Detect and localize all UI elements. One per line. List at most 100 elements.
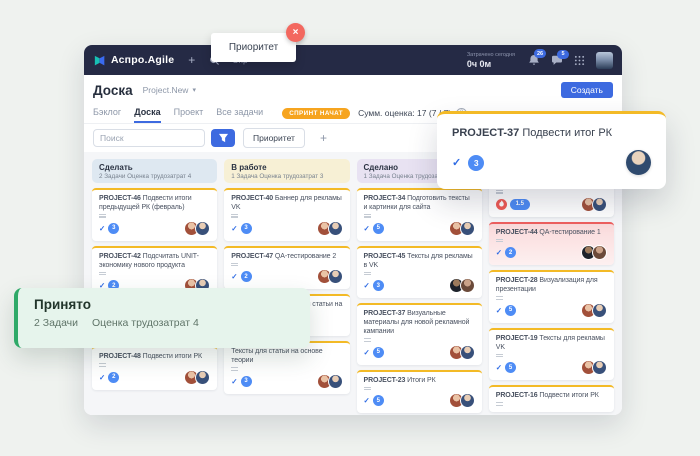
assignee-avatars[interactable] [317, 374, 343, 389]
estimate-badge: 3 [468, 155, 484, 171]
priority-filter-chip[interactable]: Приоритет [243, 128, 305, 148]
close-icon[interactable]: × [286, 23, 305, 42]
tab-all-tasks[interactable]: Все задачи [216, 103, 263, 123]
assignee-avatars[interactable] [184, 370, 210, 385]
description-icon [99, 363, 210, 367]
task-card[interactable]: PROJECT-40 Баннер для рекламы VK ✓3 [224, 188, 349, 241]
description-icon [496, 190, 607, 194]
assignee-avatars[interactable] [317, 269, 343, 284]
page-background: Аспро.Agile + Спр Затрачено сегодня 0ч 0… [0, 0, 700, 456]
assignee-avatar[interactable] [626, 150, 651, 175]
column-title: В работе [231, 163, 342, 172]
tab-board[interactable]: Доска [134, 103, 160, 123]
check-icon: ✓ [99, 224, 105, 233]
assignee-avatars[interactable] [317, 221, 343, 236]
estimate-badge: 3 [108, 223, 119, 234]
estimate-badge: 5 [505, 305, 516, 316]
messages-button[interactable]: 5 [551, 55, 563, 66]
check-icon: ✓ [364, 396, 370, 405]
task-id: PROJECT-23 [364, 377, 406, 384]
tab-project[interactable]: Проект [174, 103, 204, 123]
messages-badge: 5 [557, 50, 569, 59]
estimate-badge: 5 [373, 347, 384, 358]
task-id: PROJECT-46 [99, 195, 141, 202]
add-filter-button[interactable]: + [314, 130, 333, 146]
check-icon: ✓ [452, 156, 461, 169]
check-icon: ✓ [231, 272, 237, 281]
task-id: PROJECT-28 [496, 277, 538, 284]
filter-button[interactable] [211, 129, 235, 147]
estimate-badge: 1.5 [510, 199, 530, 210]
description-icon [364, 387, 475, 391]
task-popup[interactable]: PROJECT-37 Подвести итог РК ✓ 3 [437, 111, 666, 189]
time-tracker-value: 0ч 0м [467, 59, 515, 69]
task-id: PROJECT-37 [364, 310, 406, 317]
notifications-button[interactable]: 26 [528, 54, 540, 66]
task-card[interactable]: PROJECT-37 Визуальные материалы для ново… [357, 303, 482, 365]
task-id: PROJECT-44 [496, 229, 538, 236]
create-button[interactable]: Создать [561, 82, 613, 98]
page-title: Доска [93, 83, 133, 98]
assignee-avatars[interactable] [449, 278, 475, 293]
task-id: PROJECT-40 [231, 195, 273, 202]
task-card[interactable]: PROJECT-47 QA-тестирование 2 ✓2 [224, 246, 349, 290]
description-icon [496, 402, 607, 406]
project-selector[interactable]: Project.New [143, 85, 189, 95]
column-in-progress: В работе 1 Задача Оценка трудозатрат 3 P… [224, 159, 349, 408]
apps-grid-button[interactable] [574, 55, 585, 66]
add-icon[interactable]: + [188, 54, 195, 66]
board-header: Доска Project.New ▾ Создать [84, 75, 622, 103]
assignee-avatars[interactable] [449, 345, 475, 360]
task-title: Тексты для статьи на основе теории [231, 348, 322, 364]
accepted-column-overlay: Принято 2 Задачи Оценка трудозатрат 4 [14, 288, 310, 348]
estimate-badge: 2 [241, 271, 252, 282]
task-card[interactable]: Тексты для статьи на основе теории ✓3 [224, 341, 349, 394]
task-id: PROJECT-16 [496, 392, 538, 399]
check-icon: ✓ [231, 377, 237, 386]
logo-icon [93, 54, 106, 67]
accepted-title: Принято [34, 297, 294, 312]
funnel-icon [218, 133, 229, 143]
assignee-avatars[interactable] [581, 360, 607, 375]
description-icon [231, 367, 342, 371]
description-icon [231, 263, 342, 267]
task-card[interactable]: PROJECT-28 Визуализация для презентации … [489, 270, 614, 323]
task-card[interactable]: PROJECT-48 Подвести итоги РК ✓2 [92, 346, 217, 390]
task-id: PROJECT-48 [99, 353, 141, 360]
estimate-badge: 5 [373, 395, 384, 406]
search-input[interactable] [93, 129, 205, 147]
tab-backlog[interactable]: Бэклог [93, 103, 121, 123]
assignee-avatars[interactable] [581, 197, 607, 212]
description-icon [496, 354, 607, 358]
task-card[interactable]: PROJECT-19 Тексты для рекламы VK ✓5 [489, 328, 614, 381]
assignee-avatars[interactable] [581, 245, 607, 260]
task-id: PROJECT-45 [364, 253, 406, 260]
estimate-badge: 2 [505, 247, 516, 258]
task-card[interactable]: PROJECT-46 Подвести итоги предыдущей РК … [92, 188, 217, 241]
description-icon [99, 272, 210, 276]
grid-icon [574, 55, 585, 66]
user-avatar[interactable] [596, 52, 613, 69]
notifications-badge: 26 [534, 49, 546, 58]
estimate-badge: 5 [373, 223, 384, 234]
column-header: В работе 1 Задача Оценка трудозатрат 3 [224, 159, 349, 183]
app-window: Аспро.Agile + Спр Затрачено сегодня 0ч 0… [84, 45, 622, 415]
app-logo[interactable]: Аспро.Agile [93, 54, 174, 67]
estimate-badge: 5 [505, 362, 516, 373]
task-card[interactable]: PROJECT-45 Тексты для рекламы в VK ✓3 [357, 246, 482, 299]
description-icon [364, 214, 475, 218]
description-icon [231, 214, 342, 218]
assignee-avatars[interactable] [184, 221, 210, 236]
task-card[interactable]: PROJECT-34 Подготовить тексты и картинки… [357, 188, 482, 241]
logo-text: Аспро.Agile [111, 54, 174, 66]
task-title: Подвести итоги РК [143, 353, 202, 360]
assignee-avatars[interactable] [449, 221, 475, 236]
task-card[interactable]: PROJECT-23 Итоги РК ✓5 [357, 370, 482, 414]
column-done: Сделано 1 Задача Оценка трудозатрат PROJ… [357, 159, 482, 408]
task-card[interactable]: PROJECT-16 Подвести итоги РК [489, 385, 614, 412]
assignee-avatars[interactable] [581, 303, 607, 318]
assignee-avatars[interactable] [449, 393, 475, 408]
priority-tooltip: Приоритет × [211, 33, 296, 62]
task-card-danger[interactable]: PROJECT-44 QA-тестирование 1 ✓2 [489, 222, 614, 266]
time-tracker: Затрачено сегодня 0ч 0м [467, 52, 515, 69]
